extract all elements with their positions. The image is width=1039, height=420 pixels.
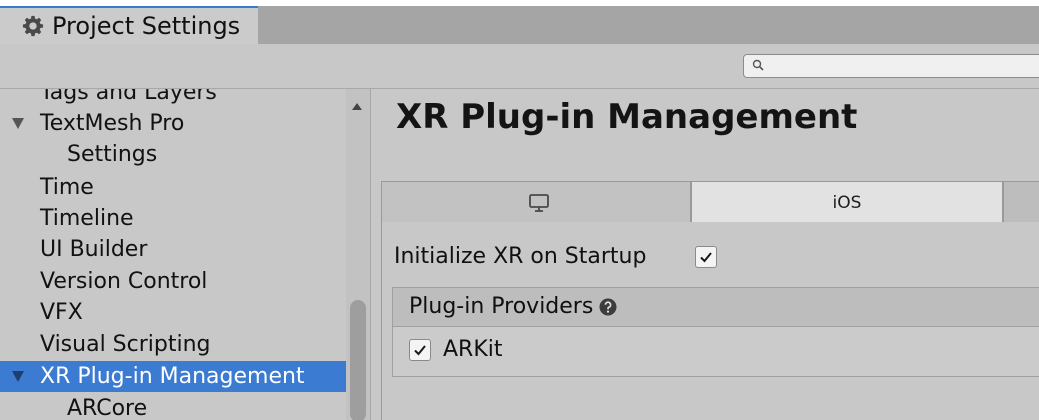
sidebar-item-label: Timeline: [40, 206, 134, 231]
sidebar-item-time[interactable]: Time: [0, 172, 346, 203]
arkit-checkbox[interactable]: [409, 339, 431, 361]
help-icon[interactable]: [599, 298, 617, 316]
sidebar-item-label: Time: [40, 175, 94, 200]
search-input[interactable]: [770, 55, 1034, 79]
tab-ios-label: iOS: [832, 192, 862, 213]
initialize-xr-row: Initialize XR on Startup: [394, 242, 1034, 272]
expand-triangle-icon[interactable]: [12, 371, 24, 382]
sidebar-item-arcore[interactable]: ARCore: [0, 393, 346, 420]
initialize-xr-label: Initialize XR on Startup: [394, 244, 647, 269]
search-icon: [752, 59, 764, 71]
sidebar-item-label: XR Plug-in Management: [40, 364, 305, 389]
sidebar-item-vfx[interactable]: VFX: [0, 297, 346, 328]
search-field[interactable]: [743, 54, 1039, 79]
window-tab-bar: Project Settings: [0, 6, 1039, 44]
sidebar-item-textmesh-settings[interactable]: Settings: [0, 139, 346, 170]
gear-icon: [22, 15, 44, 37]
sidebar-item-visual-scripting[interactable]: Visual Scripting: [0, 329, 346, 360]
sidebar-item-label: Visual Scripting: [40, 332, 211, 357]
sidebar-item-xr-plugin-management[interactable]: XR Plug-in Management: [0, 361, 346, 392]
sidebar-item-version-control[interactable]: Version Control: [0, 266, 346, 297]
arkit-label: ARKit: [443, 337, 503, 362]
sidebar-item-textmesh-pro[interactable]: TextMesh Pro: [0, 108, 346, 139]
sidebar-item-label: VFX: [40, 300, 83, 325]
ios-settings-content: Initialize XR on Startup Plug-in Provide…: [381, 222, 1039, 420]
scrollbar-thumb[interactable]: [350, 300, 366, 420]
sidebar-item-label: Version Control: [40, 269, 208, 294]
settings-main-panel: XR Plug-in Management iOS Initialize XR …: [371, 89, 1039, 420]
sidebar-item-label: Settings: [67, 142, 158, 167]
plugin-providers-list: ARKit: [392, 327, 1039, 377]
sidebar-item-label: ARCore: [67, 396, 148, 420]
page-title: XR Plug-in Management: [396, 97, 858, 137]
plugin-providers-header: Plug-in Providers: [392, 287, 1039, 327]
tab-more-platforms[interactable]: [1003, 181, 1039, 223]
settings-sidebar: Tags and Layers TextMesh Pro Settings Ti…: [0, 89, 371, 420]
project-settings-window: Project Settings Tags and Layers TextMes…: [0, 6, 1039, 420]
sidebar-item-label: TextMesh Pro: [40, 111, 185, 136]
sidebar-item-timeline[interactable]: Timeline: [0, 203, 346, 234]
checkmark-icon: [700, 252, 712, 263]
monitor-icon: [529, 194, 549, 212]
sidebar-item-label: Tags and Layers: [40, 89, 217, 105]
sidebar-item-ui-builder[interactable]: UI Builder: [0, 234, 346, 265]
settings-toolbar: [0, 44, 1039, 89]
tab-standalone[interactable]: [381, 181, 691, 223]
platform-tabs: iOS: [381, 181, 1039, 223]
scroll-up-arrow-icon[interactable]: [352, 103, 362, 110]
expand-triangle-icon[interactable]: [12, 118, 24, 129]
sidebar-scrollbar[interactable]: [346, 89, 370, 420]
plugin-providers-label: Plug-in Providers: [409, 294, 594, 319]
project-settings-tab[interactable]: Project Settings: [0, 6, 258, 44]
window-title: Project Settings: [52, 12, 241, 40]
tab-ios[interactable]: iOS: [691, 181, 1003, 223]
initialize-xr-checkbox[interactable]: [695, 246, 717, 268]
sidebar-item-tags-and-layers[interactable]: Tags and Layers: [0, 89, 346, 108]
checkmark-icon: [414, 345, 426, 356]
sidebar-item-label: UI Builder: [40, 237, 148, 262]
